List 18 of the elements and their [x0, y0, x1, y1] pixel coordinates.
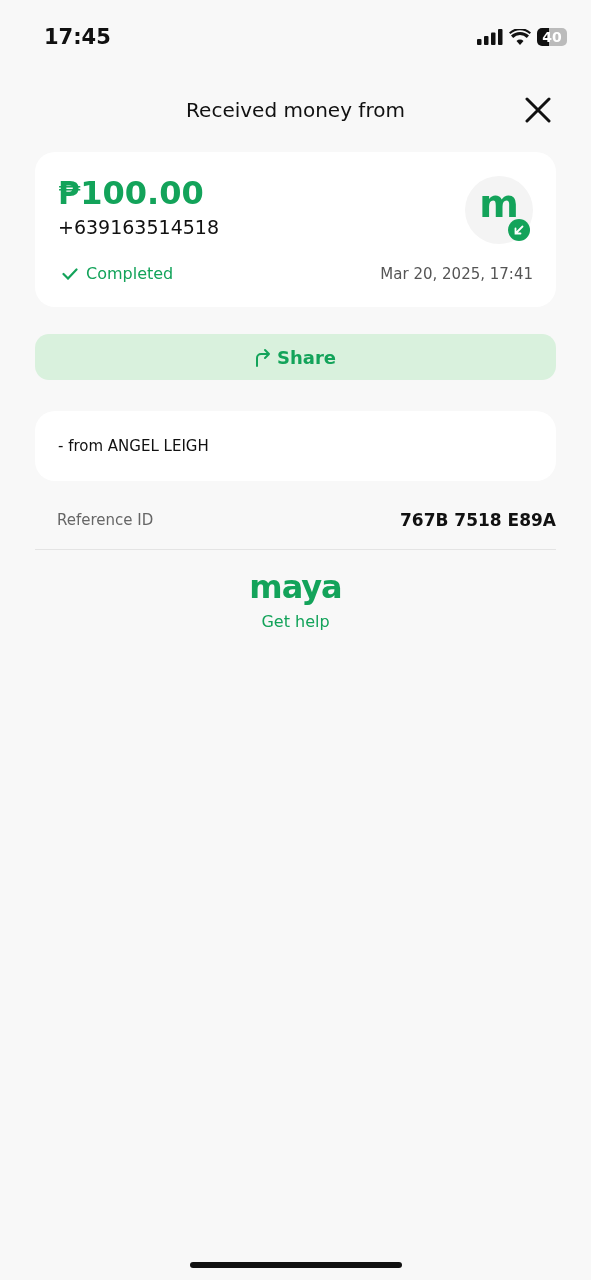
close-icon[interactable]	[525, 97, 551, 123]
help-link[interactable]: Get help	[261, 612, 330, 631]
reference-value: 767B 7518 E89A	[399, 510, 556, 530]
wifi-icon	[509, 29, 531, 45]
avatar-logo: m	[479, 185, 519, 223]
signal-icon	[477, 29, 503, 45]
share-icon	[255, 347, 271, 367]
status-time: 17:45	[44, 25, 111, 49]
reference-label: Reference ID	[57, 511, 154, 529]
screen-title: Received money from	[186, 98, 405, 122]
note-text: - from ANGEL LEIGH	[58, 437, 209, 455]
phone-number: +639163514518	[58, 216, 219, 238]
amount: ₱100.00	[58, 174, 205, 212]
share-button[interactable]: Share	[35, 334, 556, 380]
status-label: Completed	[86, 264, 174, 283]
transaction-date: Mar 20, 2025, 17:41	[380, 264, 533, 283]
brand-logo: maya	[249, 568, 342, 606]
check-icon	[62, 267, 78, 280]
